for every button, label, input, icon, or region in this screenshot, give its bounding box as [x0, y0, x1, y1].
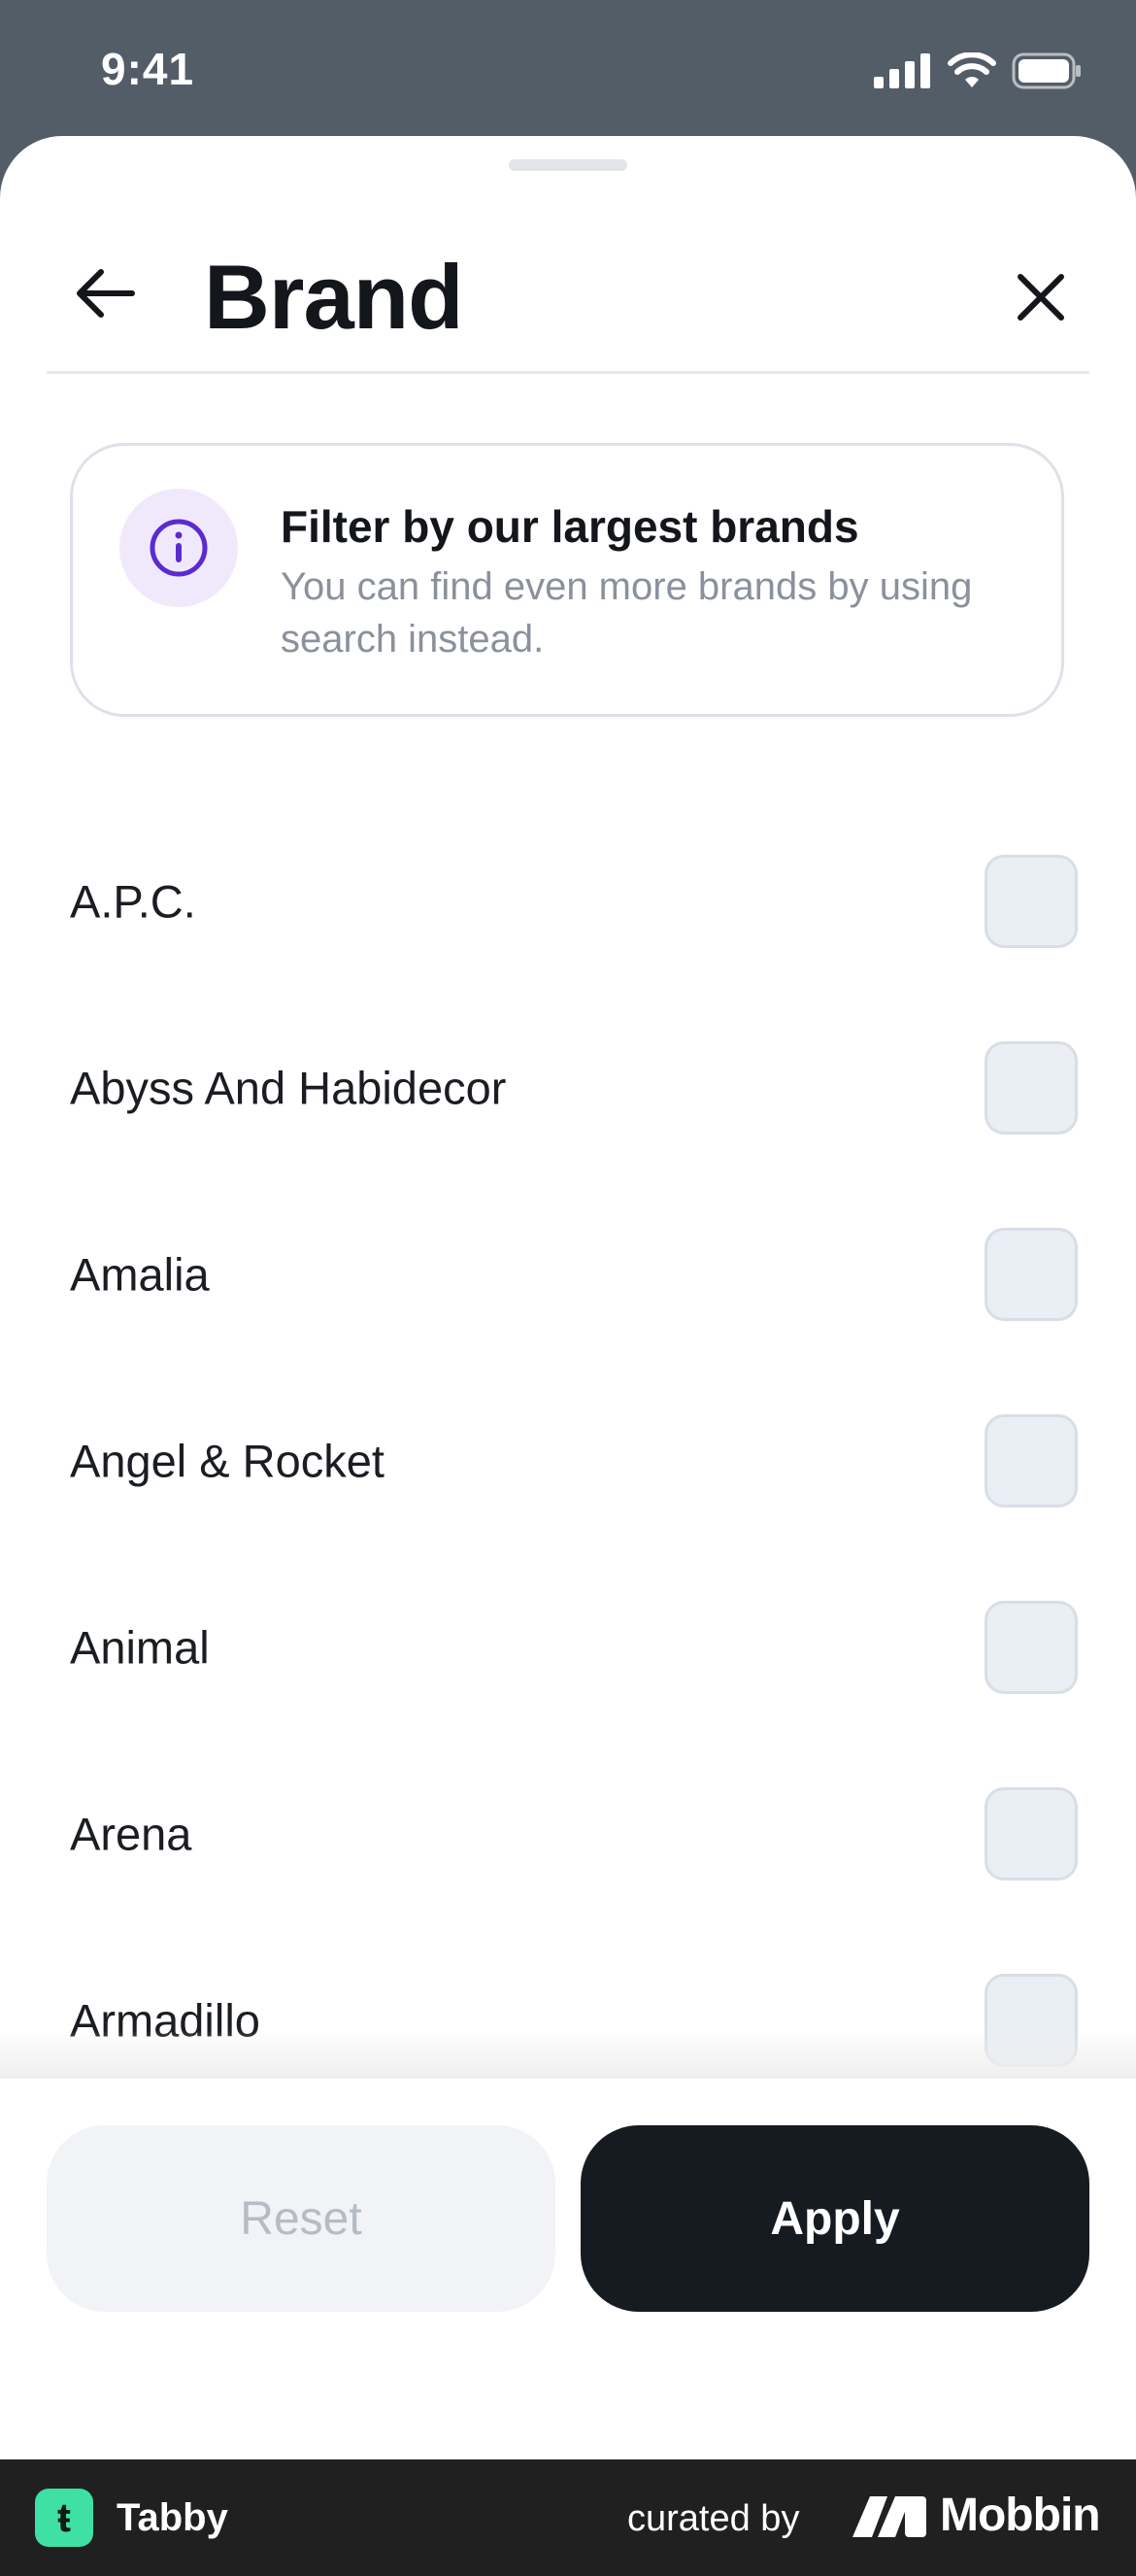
sheet-footer: Reset Apply	[0, 2079, 1136, 2459]
brand-checkbox[interactable]	[985, 1228, 1078, 1321]
battery-icon	[1012, 52, 1081, 89]
app-name: Tabby	[117, 2496, 228, 2539]
cellular-signal-icon	[874, 53, 930, 88]
brand-label: Angel & Rocket	[70, 1435, 384, 1487]
arrow-left-icon	[77, 269, 135, 318]
brand-list: A.P.C. Abyss And Habidecor Amalia Angel …	[0, 808, 1136, 2114]
filter-sheet: Brand Filter by our largest brands You c…	[0, 136, 1136, 2459]
apply-button[interactable]: Apply	[581, 2125, 1089, 2312]
header-divider	[47, 371, 1089, 374]
status-icons	[874, 52, 1082, 89]
wifi-icon	[948, 52, 996, 87]
brand-checkbox[interactable]	[985, 1041, 1078, 1135]
info-card: Filter by our largest brands You can fin…	[70, 443, 1064, 717]
brand-label: Abyss And Habidecor	[70, 1062, 507, 1114]
scroll-fade	[0, 2030, 1136, 2079]
brand-label: A.P.C.	[70, 875, 196, 928]
status-bar: 9:41	[0, 0, 1136, 146]
status-time: 9:41	[101, 44, 195, 94]
mobbin-wordmark: Mobbin	[940, 2490, 1101, 2541]
info-title: Filter by our largest brands	[281, 501, 859, 552]
list-item[interactable]: Arena	[0, 1741, 1136, 1927]
brand-checkbox[interactable]	[985, 1601, 1078, 1694]
info-icon	[150, 519, 208, 577]
close-icon	[1018, 274, 1064, 321]
brand-checkbox[interactable]	[985, 855, 1078, 948]
list-item[interactable]: Animal	[0, 1554, 1136, 1741]
list-item[interactable]: Amalia	[0, 1181, 1136, 1368]
curated-by-label: curated by	[627, 2498, 800, 2539]
tabby-logo-icon: ŧ	[35, 2489, 93, 2547]
mobbin-logo-icon	[852, 2496, 926, 2537]
brand-label: Animal	[70, 1621, 210, 1674]
brand-checkbox[interactable]	[985, 1414, 1078, 1508]
list-item[interactable]: A.P.C.	[0, 808, 1136, 995]
info-subtitle: You can find even more brands by using s…	[281, 565, 973, 661]
info-icon-badge	[119, 489, 238, 607]
brand-label: Amalia	[70, 1248, 210, 1301]
close-button[interactable]	[1000, 256, 1082, 338]
brand-label: Arena	[70, 1808, 192, 1860]
reset-button[interactable]: Reset	[47, 2125, 555, 2312]
attribution-bar: ŧ Tabby curated by Mobbin	[0, 2459, 1136, 2576]
list-item[interactable]: Angel & Rocket	[0, 1368, 1136, 1554]
brand-checkbox[interactable]	[985, 1787, 1078, 1881]
sheet-header: Brand	[0, 194, 1136, 373]
back-button[interactable]	[64, 253, 146, 334]
page-title: Brand	[204, 246, 464, 348]
list-item[interactable]: Abyss And Habidecor	[0, 995, 1136, 1181]
sheet-grabber[interactable]	[509, 159, 627, 171]
